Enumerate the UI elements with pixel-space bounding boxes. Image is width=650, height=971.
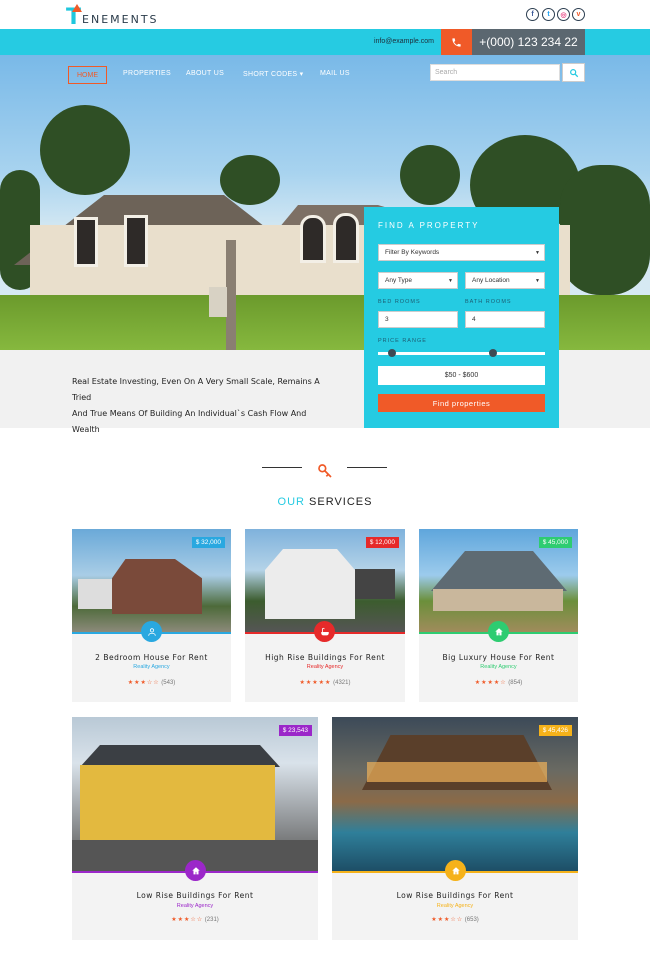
card-title[interactable]: Low Rise Buildings For Rent [332, 891, 578, 900]
card-rating: ★★★★★ (4321) [245, 679, 405, 686]
rating-count: (231) [204, 917, 219, 923]
rating-count: (653) [464, 917, 479, 923]
card-rating: ★★★☆☆ (653) [332, 916, 578, 923]
caret-down-icon: ▼ [535, 249, 540, 256]
hero-caption-line2: And True Means Of Building An Individual… [72, 409, 307, 434]
rating-stars: ★★★★★ [299, 680, 332, 686]
search-icon[interactable] [562, 63, 585, 82]
price-badge: $ 12,000 [365, 537, 399, 548]
home-icon [445, 860, 466, 881]
user-icon [141, 621, 162, 642]
property-card[interactable]: $ 12,000 High Rise Buildings For Rent Re… [245, 529, 405, 702]
rating-stars: ★★★☆☆ [127, 680, 160, 686]
keywords-value: Filter By Keywords [385, 249, 440, 256]
card-title[interactable]: High Rise Buildings For Rent [245, 653, 405, 662]
card-rating: ★★★☆☆ (231) [72, 916, 318, 923]
price-slider[interactable] [378, 349, 545, 357]
rating-count: (854) [508, 680, 523, 686]
card-title[interactable]: Low Rise Buildings For Rent [72, 891, 318, 900]
nav-mail-us[interactable]: MAIL US [320, 70, 350, 77]
hero-caption-line1: Real Estate Investing, Even On A Very Sm… [72, 377, 320, 402]
property-card[interactable]: $ 45,426 Low Rise Buildings For Rent Rea… [332, 717, 578, 940]
rating-stars: ★★★☆☆ [431, 917, 464, 923]
contact-email[interactable]: info@example.com [374, 38, 434, 45]
card-agency[interactable]: Reality Agency [419, 664, 578, 670]
logo-text: ENEMENTS [82, 13, 159, 26]
nav-home[interactable]: HOME [68, 66, 107, 84]
property-card[interactable]: $ 45,000 Big Luxury House For Rent Reali… [419, 529, 578, 702]
services-title-accent: OUR [277, 496, 305, 508]
finder-title: FIND A PROPERTY [378, 221, 480, 230]
rating-stars: ★★★★☆ [474, 680, 507, 686]
bath-rooms-input[interactable]: 4 [465, 311, 545, 328]
bath-rooms-label: BATH ROOMS [465, 299, 512, 305]
bath-icon [314, 621, 335, 642]
site-logo[interactable]: T ENEMENTS [66, 4, 159, 29]
price-badge: $ 45,426 [538, 725, 572, 736]
card-title[interactable]: 2 Bedroom House For Rent [72, 653, 231, 662]
property-image [332, 717, 578, 871]
find-property-panel: FIND A PROPERTY Filter By Keywords ▼ Any … [364, 207, 559, 428]
property-card[interactable]: $ 23,543 Low Rise Buildings For Rent Rea… [72, 717, 318, 940]
facebook-icon[interactable]: f [526, 8, 539, 21]
home-icon [185, 860, 206, 881]
type-value: Any Type [385, 277, 412, 284]
price-range-label: PRICE RANGE [378, 338, 427, 344]
find-properties-button[interactable]: Find properties [378, 394, 545, 412]
bed-rooms-label: BED ROOMS [378, 299, 421, 305]
caret-down-icon: ▼ [535, 277, 540, 284]
price-range-value: $50 - $600 [378, 366, 545, 385]
rating-count: (543) [161, 680, 176, 686]
phone-icon[interactable] [441, 29, 472, 55]
card-rating: ★★★★☆ (854) [419, 679, 578, 686]
phone-number[interactable]: +(000) 123 234 22 [472, 29, 585, 55]
slider-handle-min[interactable] [388, 349, 396, 357]
hero-caption: Real Estate Investing, Even On A Very Sm… [72, 374, 322, 438]
section-divider [262, 463, 387, 481]
price-badge: $ 45,000 [538, 537, 572, 548]
card-agency[interactable]: Reality Agency [245, 664, 405, 670]
key-icon [317, 463, 333, 479]
caret-down-icon: ▼ [448, 277, 453, 284]
home-icon [488, 621, 509, 642]
location-value: Any Location [472, 277, 510, 284]
rating-stars: ★★★☆☆ [171, 917, 204, 923]
price-badge: $ 32,000 [191, 537, 225, 548]
card-agency[interactable]: Reality Agency [72, 903, 318, 909]
nav-short-codes[interactable]: SHORT CODES ▾ [243, 70, 303, 78]
bed-rooms-input[interactable]: 3 [378, 311, 458, 328]
card-rating: ★★★☆☆ (543) [72, 679, 231, 686]
services-title: OUR SERVICES [0, 496, 650, 508]
price-badge: $ 23,543 [278, 725, 312, 736]
twitter-icon[interactable]: t [542, 8, 555, 21]
search-input[interactable]: Search [430, 64, 560, 81]
property-image [72, 717, 318, 871]
vimeo-icon[interactable]: v [572, 8, 585, 21]
dribbble-icon[interactable]: ◎ [557, 8, 570, 21]
services-title-rest: SERVICES [309, 496, 373, 508]
property-card[interactable]: $ 32,000 2 Bedroom House For Rent Realit… [72, 529, 231, 702]
keywords-select[interactable]: Filter By Keywords ▼ [378, 244, 545, 261]
nav-properties[interactable]: PROPERTIES [123, 70, 171, 77]
card-title[interactable]: Big Luxury House For Rent [419, 653, 578, 662]
card-agency[interactable]: Reality Agency [332, 903, 578, 909]
rating-count: (4321) [333, 680, 351, 686]
nav-about-us[interactable]: ABOUT US [186, 70, 224, 77]
slider-handle-max[interactable] [489, 349, 497, 357]
type-select[interactable]: Any Type ▼ [378, 272, 458, 289]
card-agency[interactable]: Reality Agency [72, 664, 231, 670]
location-select[interactable]: Any Location ▼ [465, 272, 545, 289]
